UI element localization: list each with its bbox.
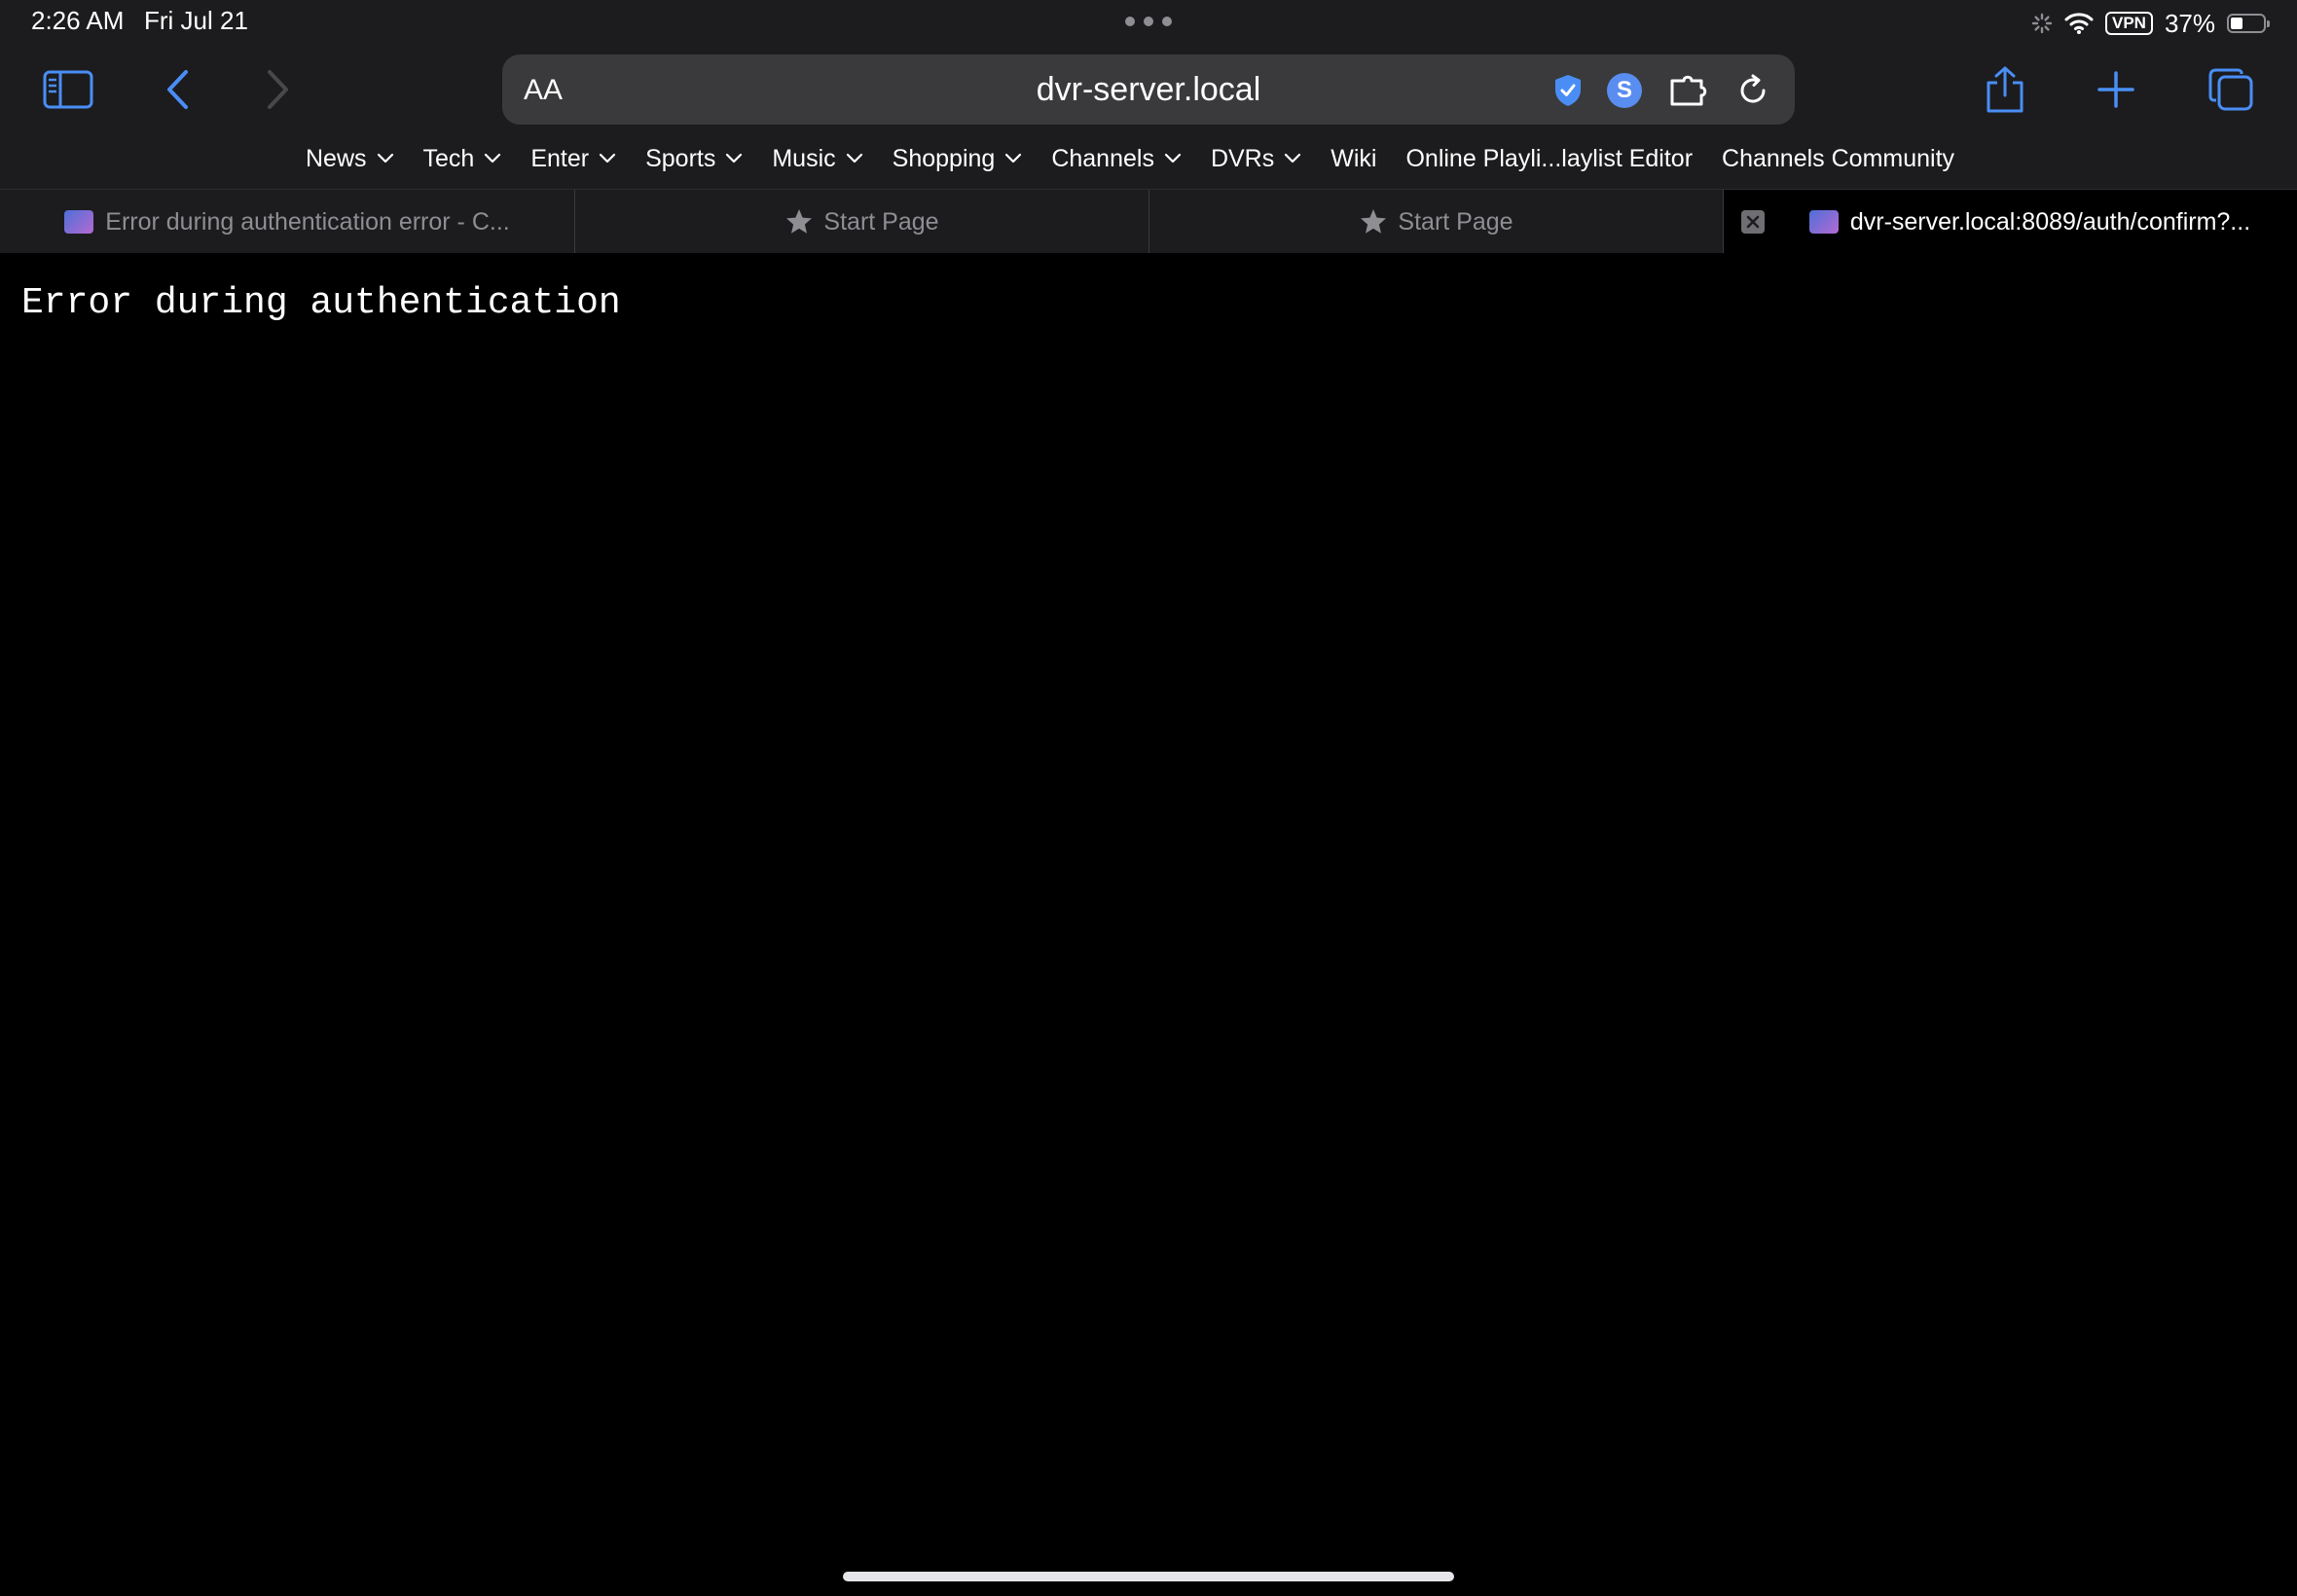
- chevron-down-icon: [1164, 153, 1182, 163]
- plus-icon: [2097, 71, 2134, 108]
- favorite-sports[interactable]: Sports: [645, 145, 743, 173]
- browser-chrome: 2:26 AM Fri Jul 21 VPN 37% AA dvr-server…: [0, 0, 2297, 189]
- favorite-label: Channels Community: [1722, 144, 1955, 172]
- s-extension-icon: S: [1607, 73, 1642, 108]
- status-date: Fri Jul 21: [144, 6, 248, 35]
- favorite-news[interactable]: News: [306, 145, 394, 173]
- favorite-label: Online Playli...laylist Editor: [1405, 144, 1694, 172]
- favorite-label: DVRs: [1210, 144, 1275, 172]
- shield-icon: [1555, 75, 1581, 106]
- favorite-tech[interactable]: Tech: [423, 145, 502, 173]
- status-indicators: VPN 37%: [2031, 8, 2270, 39]
- chevron-down-icon: [726, 153, 743, 163]
- chevron-down-icon: [1005, 153, 1022, 163]
- wifi-icon: [2064, 13, 2094, 34]
- tab-bar: Error during authentication error - C...…: [0, 189, 2297, 254]
- tab-overview-button[interactable]: [2202, 60, 2260, 119]
- forward-button[interactable]: [249, 60, 308, 119]
- share-icon: [1987, 66, 2024, 113]
- forward-icon: [268, 70, 288, 109]
- favorite-label: Tech: [422, 144, 475, 172]
- back-button[interactable]: [148, 60, 206, 119]
- tab-start-page-2[interactable]: Start Page: [1149, 190, 1724, 254]
- vpn-badge: VPN: [2104, 12, 2153, 35]
- sidebar-icon: [43, 70, 93, 109]
- reload-icon: [1740, 74, 1766, 103]
- tab-title: Start Page: [1398, 207, 1513, 236]
- tab-start-page-1[interactable]: Start Page: [575, 190, 1149, 254]
- favorite-label: News: [306, 144, 367, 172]
- url-field[interactable]: dvr-server.local: [502, 71, 1795, 109]
- favorites-bar: News Tech Enter Sports Music Shopping Channels…: [306, 142, 1984, 175]
- web-content: Error during authentication: [0, 253, 2297, 1596]
- chevron-down-icon: [485, 153, 501, 163]
- favorite-label: Shopping: [892, 144, 996, 172]
- favorite-channels-community[interactable]: Channels Community: [1722, 145, 1954, 173]
- favorite-label: Music: [772, 144, 836, 172]
- back-icon: [167, 70, 188, 109]
- favorite-label: Wiki: [1331, 144, 1377, 172]
- tab-title: Error during authentication error - C...: [105, 207, 510, 236]
- battery-icon: [2227, 14, 2270, 33]
- chevron-down-icon: [1285, 153, 1301, 163]
- home-indicator[interactable]: [843, 1572, 1454, 1581]
- activity-spinner-icon: [2031, 13, 2053, 34]
- new-tab-button[interactable]: [2087, 60, 2145, 119]
- chevron-down-icon: [846, 153, 862, 163]
- favorite-music[interactable]: Music: [772, 145, 862, 173]
- favorite-label: Channels: [1051, 144, 1154, 172]
- extension-icon: [1670, 75, 1707, 106]
- extensions-button[interactable]: [1668, 72, 1711, 109]
- favorite-shopping[interactable]: Shopping: [893, 145, 1023, 173]
- status-time: 2:26 AM: [31, 6, 125, 35]
- chevron-down-icon: [377, 153, 393, 163]
- multitasking-dots-icon[interactable]: [1125, 14, 1172, 29]
- address-bar[interactable]: AA dvr-server.local S: [502, 54, 1795, 125]
- sidebar-button[interactable]: [39, 60, 97, 119]
- battery-percent: 37%: [2164, 8, 2215, 38]
- star-icon: [786, 209, 813, 234]
- close-icon: [1746, 215, 1760, 229]
- favorite-dvrs[interactable]: DVRs: [1211, 145, 1301, 173]
- close-tab-button[interactable]: [1741, 210, 1765, 234]
- favicon-icon: [1808, 210, 1839, 234]
- favicon-icon: [64, 210, 94, 234]
- reload-button[interactable]: [1734, 72, 1771, 109]
- tabs-icon: [2208, 68, 2253, 111]
- tab-error-page[interactable]: Error during authentication error - C...: [0, 190, 575, 254]
- privacy-shield-button[interactable]: [1550, 72, 1586, 109]
- tab-title: Start Page: [823, 207, 939, 236]
- share-button[interactable]: [1976, 60, 2034, 119]
- favorite-online-playli-laylist-editor[interactable]: Online Playli...laylist Editor: [1405, 145, 1693, 173]
- star-icon: [1361, 209, 1387, 234]
- favorite-label: Enter: [530, 144, 590, 172]
- favorite-wiki[interactable]: Wiki: [1331, 145, 1376, 173]
- battery-fill: [2231, 18, 2242, 29]
- tab-title: dvr-server.local:8089/auth/confirm?...: [1849, 207, 2251, 236]
- error-message: Error during authentication: [21, 282, 621, 324]
- chevron-down-icon: [599, 153, 616, 163]
- favorite-label: Sports: [645, 144, 716, 172]
- favorite-enter[interactable]: Enter: [530, 145, 616, 173]
- favorite-channels[interactable]: Channels: [1051, 145, 1182, 173]
- tab-auth-confirm[interactable]: dvr-server.local:8089/auth/confirm?...: [1724, 190, 2297, 254]
- s-extension-button[interactable]: S: [1606, 72, 1643, 109]
